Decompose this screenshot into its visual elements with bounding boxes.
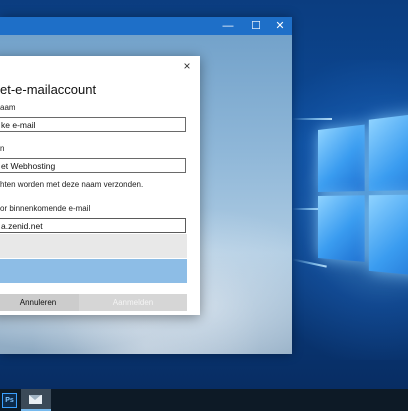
display-name-field[interactable]: et Webhosting bbox=[0, 158, 186, 173]
autocomplete-suggestion[interactable] bbox=[0, 234, 187, 258]
light-beam bbox=[292, 118, 332, 120]
mail-taskbar-button[interactable] bbox=[21, 389, 51, 411]
windows-logo-pane bbox=[368, 111, 408, 191]
dialog-close-icon[interactable]: × bbox=[180, 59, 194, 73]
minimize-button[interactable]: — bbox=[214, 17, 242, 35]
display-name-helper-text: hten worden met deze naam verzonden. bbox=[0, 180, 144, 189]
windows-logo bbox=[318, 111, 408, 294]
windows-logo-pane bbox=[368, 194, 408, 278]
autocomplete-suggestion-highlighted[interactable] bbox=[0, 259, 187, 283]
account-name-field[interactable]: ke e-mail bbox=[0, 117, 186, 132]
windows-logo-pane bbox=[318, 195, 365, 262]
app-titlebar: — ☐ ✕ bbox=[0, 17, 292, 35]
dialog-title: et-e-mailaccount bbox=[0, 82, 97, 97]
add-account-dialog: × et-e-mailaccount aam ke e-mail n et We… bbox=[0, 56, 200, 315]
display-name-label: n bbox=[0, 144, 5, 153]
incoming-server-label: or binnenkomende e-mail bbox=[0, 204, 91, 213]
photoshop-icon[interactable]: Ps bbox=[2, 393, 17, 408]
incoming-server-field[interactable]: a.zenid.net bbox=[0, 218, 186, 233]
mail-icon-flap bbox=[29, 395, 41, 400]
cancel-button[interactable]: Annuleren bbox=[0, 294, 86, 311]
account-name-label: aam bbox=[0, 103, 16, 112]
close-button[interactable]: ✕ bbox=[266, 17, 294, 35]
mail-icon bbox=[29, 395, 42, 404]
windows-logo-pane bbox=[318, 124, 365, 192]
taskbar: Ps bbox=[0, 389, 408, 411]
sign-in-button[interactable]: Aanmelden bbox=[79, 294, 187, 311]
